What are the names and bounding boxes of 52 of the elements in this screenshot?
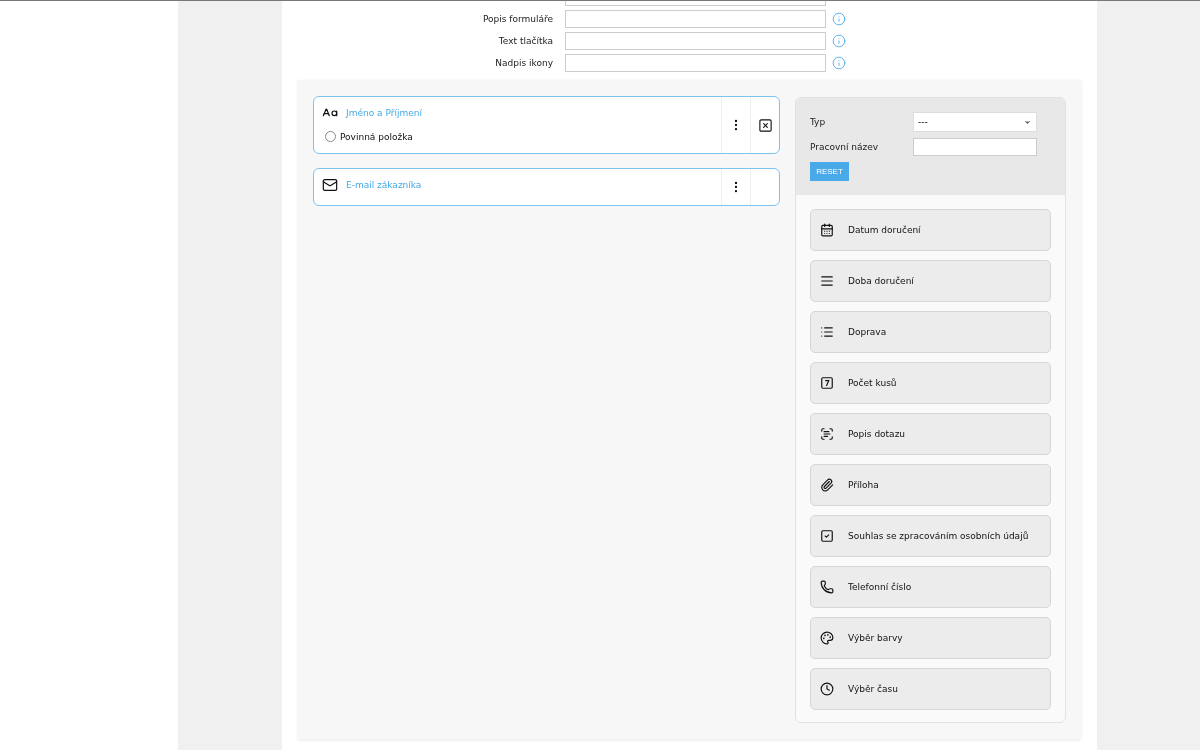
required-radio[interactable]: [325, 131, 336, 142]
palette-item[interactable]: Příloha: [810, 464, 1051, 506]
mail-icon: [322, 177, 338, 193]
palette-label: Počet kusů: [848, 378, 897, 388]
lines-icon: [820, 274, 834, 288]
input-field[interactable]: [565, 1, 826, 6]
palette-label: Popis dotazu: [848, 429, 906, 439]
palette-label: Doba doručení: [848, 276, 914, 286]
checkbox-icon: [820, 529, 834, 543]
phone-icon: [820, 580, 834, 594]
palette-item[interactable]: Doprava: [810, 311, 1051, 353]
list-icon: [820, 325, 834, 339]
field-label: Nadpis ikony: [494, 58, 554, 68]
palette-label: Výběr času: [848, 684, 898, 694]
number-icon: [820, 376, 834, 390]
input-field[interactable]: [565, 54, 826, 72]
type-label: Typ: [810, 117, 827, 127]
palette-label: Datum doručení: [848, 225, 921, 235]
info-icon[interactable]: [832, 56, 846, 70]
palette-label: Výběr barvy: [848, 633, 903, 643]
info-icon[interactable]: [832, 34, 846, 48]
file-icon: [820, 478, 834, 492]
required-label: Povinná položka: [340, 131, 413, 142]
input-field[interactable]: [565, 32, 826, 50]
name-input[interactable]: [913, 138, 1037, 156]
field-title: E-mail zákazníka: [346, 180, 422, 190]
palette-item[interactable]: Telefonní číslo: [810, 566, 1051, 608]
input-field[interactable]: [565, 10, 826, 28]
date-icon: [820, 223, 834, 237]
color-icon: [820, 631, 834, 645]
type-select[interactable]: ---: [913, 112, 1037, 132]
palette-item[interactable]: Výběr barvy: [810, 617, 1051, 659]
textarea-icon: [820, 427, 834, 441]
palette-item[interactable]: Doba doručení: [810, 260, 1051, 302]
time-icon: [820, 682, 834, 696]
name-label: Pracovní název: [810, 142, 880, 152]
field-title: Jméno a Příjmení: [346, 108, 422, 118]
palette-label: Příloha: [848, 480, 879, 490]
palette-item[interactable]: Výběr času: [810, 668, 1051, 710]
palette-item[interactable]: Datum doručení: [810, 209, 1051, 251]
field-label: Text tlačítka: [497, 36, 554, 46]
info-icon[interactable]: [832, 12, 846, 26]
palette-label: Doprava: [848, 327, 887, 337]
delete-button[interactable]: [757, 117, 773, 133]
palette-item[interactable]: Souhlas se zpracováním osobních údajů: [810, 515, 1051, 557]
palette-item[interactable]: Popis dotazu: [810, 413, 1051, 455]
palette-label: Telefonní číslo: [848, 582, 912, 592]
palette-item[interactable]: Počet kusů: [810, 362, 1051, 404]
form-field-card[interactable]: Jméno a Příjmení Povinná položka: [313, 96, 780, 154]
palette-label: Souhlas se zpracováním osobních údajů: [848, 531, 1029, 541]
field-label: Popis formuláře: [481, 14, 554, 24]
close-icon: [757, 117, 773, 133]
